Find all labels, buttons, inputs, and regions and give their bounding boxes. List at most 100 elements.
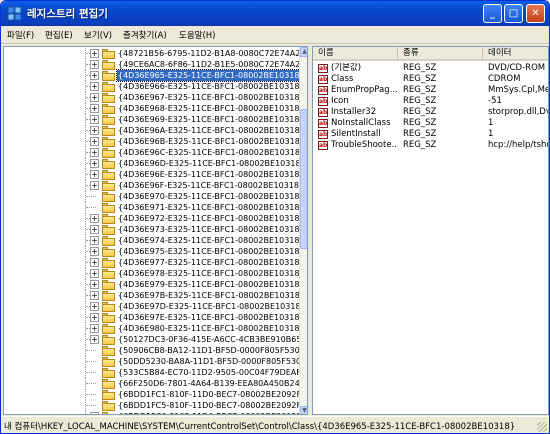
folder-icon xyxy=(102,390,115,400)
registry-key-tree[interactable]: + {48721B56-6795-11D2-B1A8-0080C72E74A2} +… xyxy=(3,46,308,415)
scroll-up-arrow-icon[interactable]: ▲ xyxy=(300,47,307,57)
expand-plus-icon[interactable]: + xyxy=(90,247,99,256)
expand-plus-icon[interactable]: + xyxy=(90,159,99,168)
tree-item[interactable]: + {4D36E967-E325-11CE-BFC1-08002BE10318} xyxy=(4,92,305,103)
tree-item[interactable]: {533C5B84-EC70-11D2-9505-00C04F79DEAF} xyxy=(4,367,306,378)
close-button[interactable]: ✕ xyxy=(526,4,545,23)
expand-plus-icon[interactable]: + xyxy=(90,115,99,124)
tree-item[interactable]: + {4D36E966-E325-11CE-BFC1-08002BE10318} xyxy=(4,81,305,92)
minimize-button[interactable]: _ xyxy=(483,4,502,23)
folder-icon xyxy=(102,368,115,378)
registry-app-icon xyxy=(7,6,22,21)
tree-item[interactable]: + {4D36E97E-E325-11CE-BFC1-08002BE10318} xyxy=(4,312,305,323)
expand-plus-icon[interactable]: + xyxy=(90,148,99,157)
tree-item-label: {49CE6AC8-6F86-11D2-B1E5-0080C72E74A2} xyxy=(118,60,306,69)
tree-item[interactable]: + {4D36E969-E325-11CE-BFC1-08002BE10318} xyxy=(4,114,305,125)
title-bar[interactable]: 레지스트리 편집기 _ □ ✕ xyxy=(1,1,549,26)
tree-item[interactable]: + {4D36E97B-E325-11CE-BFC1-08002BE10318} xyxy=(4,290,305,301)
expand-plus-icon[interactable]: + xyxy=(90,71,99,80)
tree-item-label: {50906CB8-BA12-11D1-BF5D-0000F805F530} xyxy=(118,346,305,355)
value-row[interactable]: ab Icon REG_SZ -51 xyxy=(313,96,548,107)
expand-plus-icon[interactable]: + xyxy=(90,181,99,190)
expand-plus-icon[interactable]: + xyxy=(90,225,99,234)
tree-item[interactable]: + {4D36E973-E325-11CE-BFC1-08002BE10318} xyxy=(4,224,305,235)
tree-item[interactable]: {50906CB8-BA12-11D1-BF5D-0000F805F530} xyxy=(4,345,305,356)
expand-plus-icon[interactable]: + xyxy=(90,93,99,102)
menu-view[interactable]: 보기(V) xyxy=(84,29,112,41)
tree-item[interactable]: {50DD5230-BA8A-11D1-BF5D-0000F805F530} xyxy=(4,356,306,367)
menu-edit[interactable]: 편집(E) xyxy=(45,29,73,41)
tree-item[interactable]: + {48721B56-6795-11D2-B1A8-0080C72E74A2} xyxy=(4,48,305,59)
tree-item[interactable]: + {4D36E979-E325-11CE-BFC1-08002BE10318} xyxy=(4,279,305,290)
expand-plus-icon[interactable]: + xyxy=(90,170,99,179)
tree-item[interactable]: + {49CE6AC8-6F86-11D2-B1E5-0080C72E74A2} xyxy=(4,59,305,70)
value-row[interactable]: ab SilentInstall REG_SZ 1 xyxy=(313,129,548,140)
tree-item[interactable]: + {4D36E97D-E325-11CE-BFC1-08002BE10318} xyxy=(4,301,306,312)
expand-plus-icon[interactable]: + xyxy=(90,49,99,58)
tree-item[interactable]: + {4D36E96C-E325-11CE-BFC1-08002BE10318} xyxy=(4,147,305,158)
string-value-icon: ab xyxy=(318,75,328,84)
tree-item[interactable]: {4D36E970-E325-11CE-BFC1-08002BE10318} xyxy=(4,191,305,202)
expand-plus-icon[interactable]: + xyxy=(90,313,99,322)
value-data: -51 xyxy=(488,96,502,106)
menu-file[interactable]: 파일(F) xyxy=(7,29,34,41)
tree-item[interactable]: {66F250D6-7801-4A64-B139-EEA80A450B24} xyxy=(4,378,305,389)
expand-plus-icon[interactable]: + xyxy=(90,280,99,289)
tree-item[interactable]: {6BDD1FC5-810F-11D0-BEC7-08002BE2092F} xyxy=(4,400,306,411)
expand-plus-icon[interactable]: + xyxy=(90,60,99,69)
registry-values-list[interactable]: 이름 종류 데이터 ab (기본값) REG_SZ DVD/CD-ROM 드 ab Cla… xyxy=(312,46,549,415)
tree-item[interactable]: {6BDD1FC1-810F-11D0-BEC7-08002BE2092F} xyxy=(4,389,306,400)
value-row[interactable]: ab TroubleShoote... REG_SZ hcp://help/tsho xyxy=(313,140,548,151)
column-header-data[interactable]: 데이터 xyxy=(483,47,548,60)
expand-plus-icon[interactable]: + xyxy=(90,335,99,344)
tree-item[interactable]: + {50127DC3-0F36-415E-A6CC-4CB3BE910B65} xyxy=(4,334,307,345)
tree-item[interactable]: + {4D36E96E-E325-11CE-BFC1-08002BE10318} xyxy=(4,169,305,180)
tree-item[interactable]: + {4D36E972-E325-11CE-BFC1-08002BE10318} xyxy=(4,213,305,224)
string-value-icon: ab xyxy=(318,141,328,150)
tree-item[interactable]: + {6BDD1FC6-810F-11D0-BEC7-08002BE2092F} xyxy=(4,411,306,414)
value-name: NoInstallClass xyxy=(331,118,391,128)
scroll-thumb[interactable] xyxy=(300,109,307,249)
window-title: 레지스트리 편집기 xyxy=(27,8,108,20)
tree-item[interactable]: + {4D36E968-E325-11CE-BFC1-08002BE10318} xyxy=(4,103,305,114)
expand-plus-icon[interactable]: + xyxy=(90,236,99,245)
expand-plus-icon[interactable]: + xyxy=(90,82,99,91)
tree-item[interactable]: + {4D36E975-E325-11CE-BFC1-08002BE10318} xyxy=(4,246,305,257)
maximize-button[interactable]: □ xyxy=(504,4,523,23)
expand-plus-icon[interactable]: + xyxy=(90,126,99,135)
value-row[interactable]: ab (기본값) REG_SZ DVD/CD-ROM 드 xyxy=(313,63,548,74)
expand-plus-icon[interactable]: + xyxy=(90,412,99,414)
expand-plus-icon[interactable]: + xyxy=(90,324,99,333)
tree-line xyxy=(86,350,96,351)
scroll-down-arrow-icon[interactable]: ▼ xyxy=(300,406,307,414)
expand-plus-icon[interactable]: + xyxy=(90,214,99,223)
expand-plus-icon[interactable]: + xyxy=(90,137,99,146)
expand-plus-icon[interactable]: + xyxy=(90,269,99,278)
expand-plus-icon[interactable]: + xyxy=(90,104,99,113)
tree-item[interactable]: + {4D36E96D-E325-11CE-BFC1-08002BE10318} xyxy=(4,158,306,169)
expand-plus-icon[interactable]: + xyxy=(90,291,99,300)
tree-vertical-scrollbar[interactable]: ▲ ▼ xyxy=(299,47,307,414)
resize-grip-icon[interactable] xyxy=(537,422,547,432)
column-header-name[interactable]: 이름 xyxy=(313,47,398,60)
value-row[interactable]: ab Class REG_SZ CDROM xyxy=(313,74,548,85)
tree-item[interactable]: {4D36E971-E325-11CE-BFC1-08002BE10318} xyxy=(4,202,305,213)
tree-item[interactable]: + {4D36E974-E325-11CE-BFC1-08002BE10318} xyxy=(4,235,305,246)
menu-help[interactable]: 도움말(H) xyxy=(179,29,215,41)
tree-item[interactable]: + {4D36E96B-E325-11CE-BFC1-08002BE10318} xyxy=(4,136,305,147)
expand-plus-icon[interactable]: + xyxy=(90,258,99,267)
tree-item-label: {66F250D6-7801-4A64-B139-EEA80A450B24} xyxy=(118,379,305,388)
tree-item[interactable]: + {4D36E96F-E325-11CE-BFC1-08002BE10318} xyxy=(4,180,304,191)
tree-item[interactable]: + {4D36E965-E325-11CE-BFC1-08002BE10318} xyxy=(4,69,307,82)
value-row[interactable]: ab EnumPropPag... REG_SZ MmSys.Cpl,Med xyxy=(313,85,548,96)
tree-item[interactable]: + {4D36E96A-E325-11CE-BFC1-08002BE10318} xyxy=(4,125,305,136)
tree-item[interactable]: + {4D36E980-E325-11CE-BFC1-08002BE10318} xyxy=(4,323,305,334)
value-row[interactable]: ab NoInstallClass REG_SZ 1 xyxy=(313,118,548,129)
value-row[interactable]: abInstaller32 REG_SZ storprop.dll,DvdC xyxy=(313,107,548,118)
value-data: storprop.dll,DvdC xyxy=(488,107,548,117)
column-header-type[interactable]: 종류 xyxy=(398,47,483,60)
expand-plus-icon[interactable]: + xyxy=(90,302,99,311)
menu-favorites[interactable]: 즐겨찾기(A) xyxy=(123,29,167,41)
tree-item[interactable]: + {4D36E978-E325-11CE-BFC1-08002BE10318} xyxy=(4,268,305,279)
tree-item[interactable]: + {4D36E977-E325-11CE-BFC1-08002BE10318} xyxy=(4,257,305,268)
